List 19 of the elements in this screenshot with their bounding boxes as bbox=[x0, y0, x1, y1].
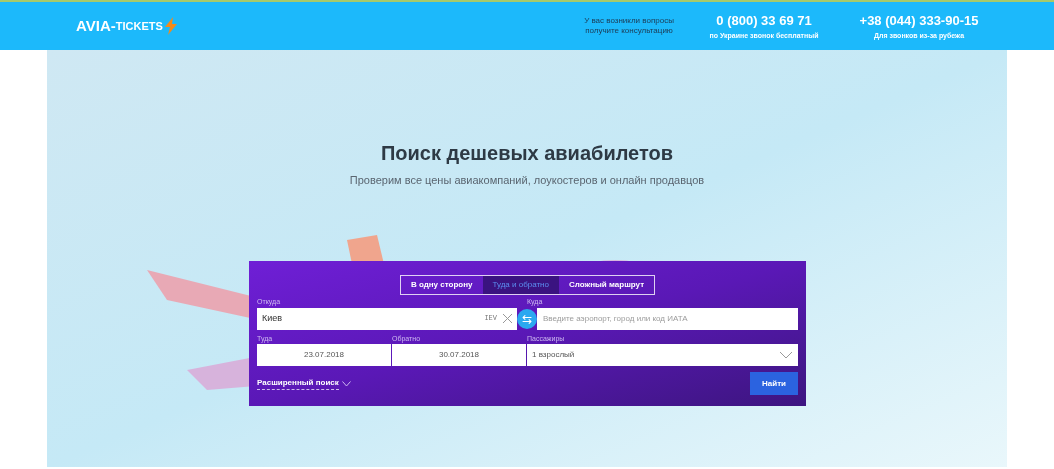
chevron-down-icon bbox=[779, 351, 793, 359]
search-button[interactable]: Найти bbox=[750, 372, 798, 395]
destination-field[interactable]: Введите аэропорт, город или код ИАТА bbox=[537, 307, 798, 330]
bolt-icon bbox=[162, 17, 179, 35]
chevron-down-icon bbox=[341, 380, 351, 387]
page-title: Поиск дешевых авиабилетов bbox=[380, 141, 674, 166]
route-tab[interactable]: Сложный маршрут bbox=[559, 276, 655, 294]
close-icon[interactable] bbox=[503, 314, 512, 323]
field-value: Киев bbox=[262, 311, 283, 325]
route-tab[interactable]: Туда и обратно bbox=[482, 276, 559, 294]
date-field[interactable]: 23.07.2018 bbox=[257, 344, 391, 366]
passengers-dropdown[interactable]: 1 взрослый bbox=[527, 344, 798, 366]
date-field[interactable]: 30.07.2018 bbox=[392, 344, 526, 366]
help-text: У вас возникли вопросы bbox=[583, 16, 675, 26]
page-subtitle: Проверим все цены авиакомпаний, лоукостеров и онлайн продавцов bbox=[349, 173, 705, 188]
help-text: получите консультацию bbox=[584, 26, 674, 36]
field-value: 1 взрослый bbox=[532, 349, 575, 361]
advanced-search-link[interactable]: Расширенный поиск bbox=[257, 377, 339, 390]
route-tab[interactable]: В одну сторону bbox=[400, 276, 483, 294]
